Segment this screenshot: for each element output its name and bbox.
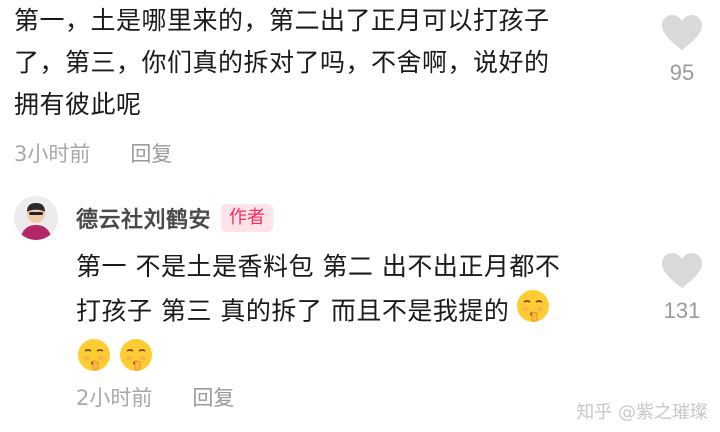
reply-button[interactable]: 回复 bbox=[130, 138, 172, 168]
like-count: 95 bbox=[669, 60, 695, 85]
comment-line: 拥有彼此呢 bbox=[14, 90, 142, 119]
shushing-face-emoji-icon bbox=[76, 337, 112, 386]
reply-comment-text: 第一 不是土是香料包 第二 出不出正月都不 打孩子 第三 真的拆了 而且不是我提… bbox=[76, 246, 656, 386]
like-button[interactable]: 131 bbox=[652, 252, 712, 324]
reply-button[interactable]: 回复 bbox=[192, 382, 234, 412]
comment-line: 第一 不是土是香料包 第二 出不出正月都不 bbox=[76, 246, 656, 288]
emoji-row bbox=[76, 337, 656, 386]
watermark: 知乎 @紫之璀璨 bbox=[576, 402, 708, 423]
top-comment-text: 第一，土是哪里来的，第二出了正月可以打孩子 了，第三，你们真的拆对了吗，不舍啊，… bbox=[14, 0, 624, 126]
comment-line: 打孩子 第三 真的拆了 而且不是我提的 bbox=[76, 288, 656, 337]
shushing-face-emoji-icon bbox=[515, 288, 551, 337]
author-row: 德云社刘鹤安 作者 bbox=[76, 202, 274, 234]
like-count: 131 bbox=[663, 298, 701, 323]
heart-icon bbox=[662, 253, 702, 288]
comment-line-text: 第一 不是土是香料包 第二 出不出正月都不 bbox=[76, 252, 561, 281]
comment-time: 3小时前 bbox=[14, 142, 91, 166]
heart-icon bbox=[662, 15, 702, 50]
comment-line: 第一，土是哪里来的，第二出了正月可以打孩子 bbox=[14, 6, 550, 35]
comment-line: 了，第三，你们真的拆对了吗，不舍啊，说好的 bbox=[14, 48, 550, 77]
like-button[interactable]: 95 bbox=[652, 14, 712, 86]
comment-line-text: 打孩子 第三 真的拆了 而且不是我提的 bbox=[76, 296, 510, 326]
reply-comment-meta: 2小时前 回复 bbox=[76, 382, 234, 412]
shushing-face-emoji-icon bbox=[118, 337, 154, 386]
author-name[interactable]: 德云社刘鹤安 bbox=[76, 202, 211, 234]
avatar[interactable] bbox=[14, 196, 58, 240]
author-badge: 作者 bbox=[221, 204, 274, 232]
top-comment-meta: 3小时前 回复 bbox=[14, 138, 172, 168]
comment-time: 2小时前 bbox=[76, 386, 153, 410]
